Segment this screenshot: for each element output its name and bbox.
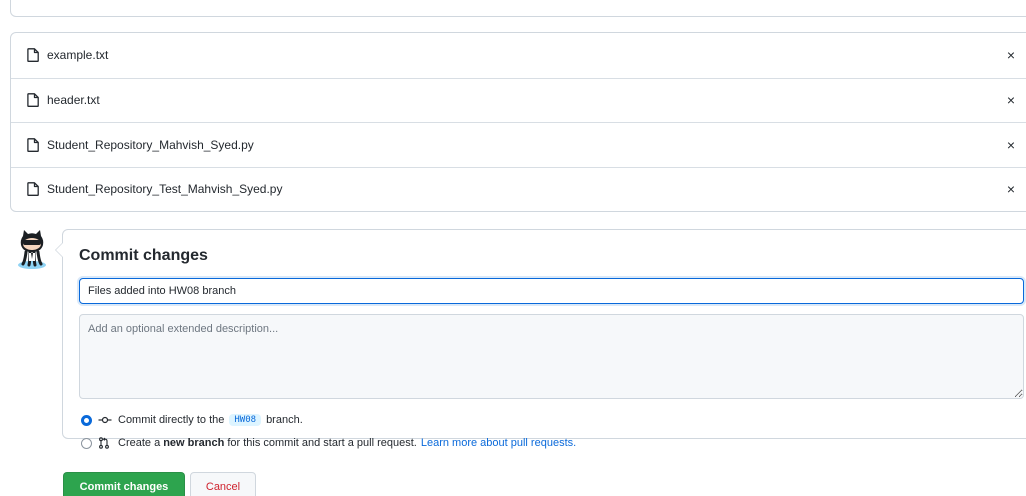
remove-file-button[interactable]: × <box>1005 137 1017 153</box>
git-commit-icon <box>98 414 112 426</box>
git-pull-request-icon <box>98 437 112 449</box>
remove-file-button[interactable]: × <box>1005 181 1017 197</box>
commit-direct-suffix: branch. <box>266 414 303 426</box>
file-row: Student_Repository_Test_Mahvish_Syed.py … <box>11 166 1026 212</box>
file-row: example.txt × <box>11 33 1026 78</box>
file-row: Student_Repository_Mahvish_Syed.py × <box>11 122 1026 167</box>
file-icon <box>27 182 39 197</box>
file-list: example.txt × header.txt × Student_Repos… <box>10 32 1026 212</box>
commit-description-textarea[interactable] <box>79 314 1024 399</box>
commit-panel: Commit changes Commit directly to the HW… <box>55 229 1026 449</box>
file-icon <box>27 137 39 152</box>
file-row: header.txt × <box>11 77 1026 123</box>
new-branch-bold: new branch <box>163 437 225 449</box>
new-branch-option[interactable]: Create a new branch for this commit and … <box>81 437 576 449</box>
branch-name-badge: HW08 <box>229 414 262 426</box>
file-name[interactable]: example.txt <box>47 48 1005 62</box>
commit-direct-label: Commit directly to the <box>118 414 225 426</box>
cancel-button[interactable]: Cancel <box>190 472 256 496</box>
file-name[interactable]: header.txt <box>47 93 1005 107</box>
commit-changes-button[interactable]: Commit changes <box>63 472 185 496</box>
commit-direct-radio[interactable] <box>81 414 92 426</box>
file-icon <box>27 93 39 108</box>
file-name[interactable]: Student_Repository_Test_Mahvish_Syed.py <box>47 182 1005 196</box>
learn-more-pull-requests-link[interactable]: Learn more about pull requests. <box>421 437 576 449</box>
commit-title: Commit changes <box>79 247 208 264</box>
new-branch-prefix: Create a <box>118 437 161 449</box>
commit-direct-option[interactable]: Commit directly to the HW08 branch. <box>81 414 303 426</box>
new-branch-suffix: for this commit and start a pull request… <box>227 437 417 449</box>
remove-file-button[interactable]: × <box>1005 92 1017 108</box>
octocat-avatar <box>14 228 50 270</box>
new-branch-radio[interactable] <box>81 437 92 449</box>
commit-summary-input[interactable] <box>79 278 1024 304</box>
previous-panel-edge <box>10 0 1026 17</box>
file-icon <box>27 48 39 63</box>
file-name[interactable]: Student_Repository_Mahvish_Syed.py <box>47 138 1005 152</box>
remove-file-button[interactable]: × <box>1005 47 1017 63</box>
